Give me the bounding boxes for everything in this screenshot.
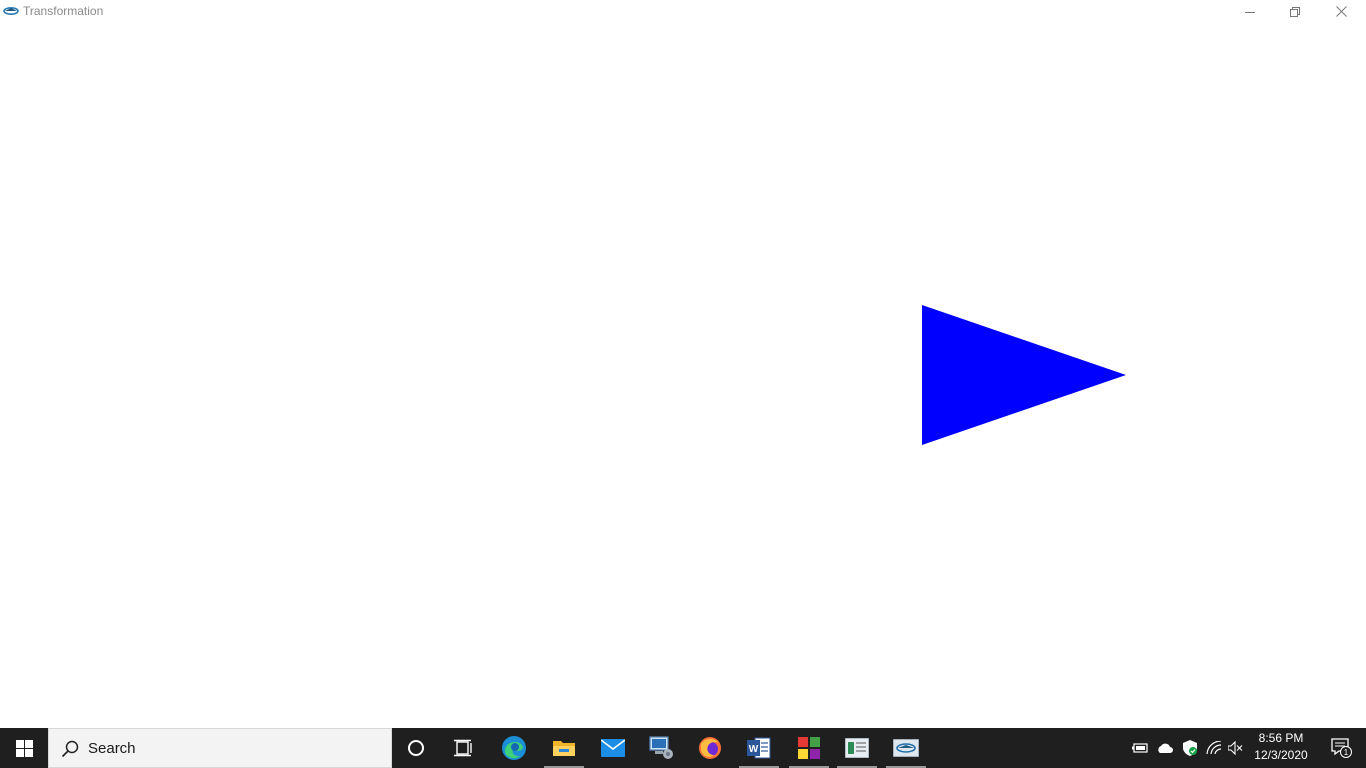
app-icon [3,6,19,16]
notification-count: 1 [1344,748,1349,757]
battery-icon [1132,743,1148,753]
window-title: Transformation [23,4,104,18]
restore-icon [1290,6,1300,17]
notification-icon: 1 [1331,738,1352,758]
restore-button[interactable] [1272,0,1318,23]
start-button[interactable] [0,728,48,768]
folder-icon [553,741,575,756]
shield-icon [1183,740,1197,756]
clock[interactable]: 8:56 PM 12/3/2020 [1250,730,1312,766]
colorful-app-button[interactable] [785,728,833,768]
close-button[interactable] [1318,0,1364,23]
task-view-button[interactable] [440,728,488,768]
firefox-button[interactable] [686,728,734,768]
edge-icon [502,736,526,760]
search-label: Search [88,739,136,757]
minimize-icon [1245,11,1255,13]
windows-logo-icon [15,739,33,757]
tray-battery[interactable] [1130,728,1150,768]
circle-icon [408,740,424,756]
tray-onedrive[interactable] [1154,728,1176,768]
close-icon [1335,6,1347,17]
clock-time: 8:56 PM [1258,731,1304,745]
tray-security[interactable] [1180,728,1200,768]
word-icon: W [747,737,771,759]
document-app-button[interactable] [833,728,881,768]
mail-icon [601,739,625,757]
edge-button[interactable] [490,728,538,768]
document-icon [845,738,869,758]
word-button[interactable]: W [735,728,783,768]
app-window-icon [893,739,919,757]
volume-muted-icon [1228,741,1243,755]
cloud-icon [1158,743,1173,753]
file-explorer-button[interactable] [540,728,588,768]
svg-text:W: W [749,744,759,755]
minimize-button[interactable] [1227,0,1273,23]
title-bar[interactable]: Transformation [0,0,1366,23]
blue-triangle [922,305,1126,445]
app-tiles-icon [798,737,820,759]
remote-app-button[interactable] [637,728,685,768]
app-window: Transformation [0,0,1366,728]
cortana-button[interactable] [392,728,440,768]
search-box[interactable]: Search [48,728,392,768]
drawing-canvas[interactable] [0,23,1366,728]
search-icon [61,740,79,758]
action-center-button[interactable]: 1 [1318,728,1366,768]
clock-date: 12/3/2020 [1254,748,1308,762]
tray-volume[interactable] [1226,728,1246,768]
tray-network[interactable] [1204,728,1224,768]
computer-icon [649,736,673,759]
task-view-icon [454,739,472,757]
wifi-icon [1206,741,1222,755]
transformation-app-button[interactable] [882,728,930,768]
firefox-icon [699,737,721,759]
taskbar: Search W 8:56 PM 12/3/2020 1 [0,728,1366,768]
mail-button[interactable] [589,728,637,768]
